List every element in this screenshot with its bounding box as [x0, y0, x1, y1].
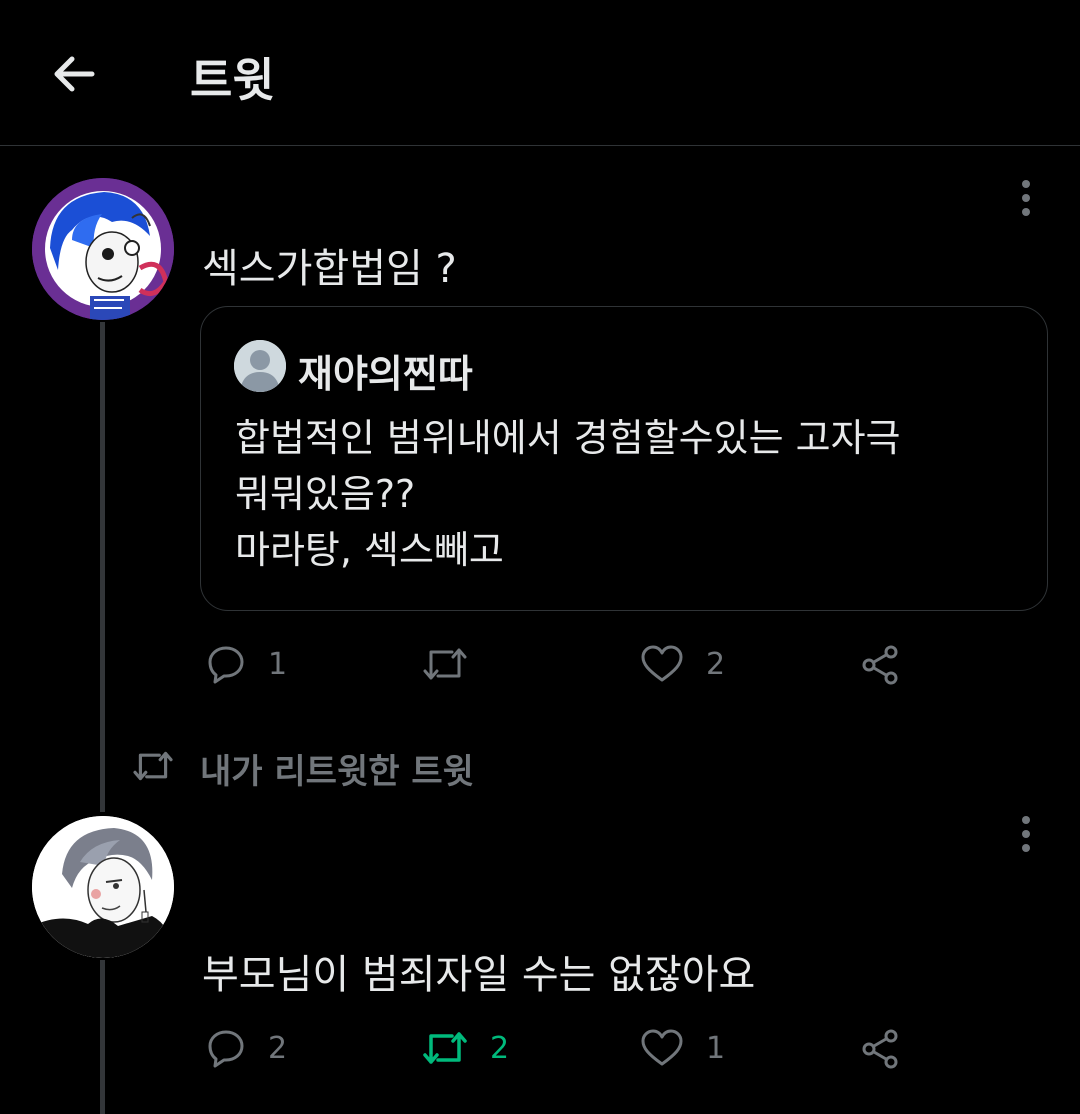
reply-icon	[208, 646, 244, 684]
retweet-button[interactable]: 2	[422, 1028, 509, 1068]
quote-author-name: 재야의찐따	[298, 352, 473, 396]
avatar-illustration	[32, 816, 174, 958]
reply-button[interactable]: 2	[206, 1028, 287, 1068]
like-icon	[641, 645, 683, 682]
retweet-count: 2	[490, 1030, 510, 1066]
avatar[interactable]	[32, 178, 174, 320]
avatar-illustration	[32, 178, 174, 320]
more-options-button[interactable]	[1006, 168, 1046, 228]
default-avatar-icon	[234, 340, 286, 392]
thread-connector-line	[100, 322, 105, 812]
back-button[interactable]	[44, 44, 104, 104]
more-vertical-icon	[1022, 180, 1030, 216]
quote-text-line: 합법적인 범위내에서 경험할수있는 고자극	[235, 416, 901, 460]
share-icon	[862, 1029, 898, 1069]
page-title: 트윗	[190, 53, 275, 107]
like-button[interactable]: 2	[640, 644, 725, 684]
share-icon	[862, 645, 898, 685]
retweet-icon	[423, 1032, 467, 1064]
thread-connector-line	[100, 960, 105, 1114]
quote-text-line: 마라탕, 섹스빼고	[235, 528, 504, 572]
tweet-text: 부모님이 범죄자일 수는 없잖아요	[202, 952, 756, 998]
like-button[interactable]: 1	[640, 1028, 725, 1068]
quote-text-line: 뭐뭐있음??	[235, 472, 416, 516]
quote-avatar	[234, 340, 286, 392]
more-vertical-icon	[1022, 816, 1030, 852]
share-button[interactable]	[860, 644, 902, 686]
retweeted-by-label[interactable]: 내가 리트윗한 트윗	[200, 744, 474, 793]
tweet-detail-page: 트윗 섹스가합법임 ? 재야의찐따 합법적인 범위내에서 경험할수있는 고자극 …	[0, 0, 1080, 1114]
reply-count: 1	[268, 646, 288, 682]
like-icon	[641, 1029, 683, 1066]
tweet-text: 섹스가합법임 ?	[202, 246, 457, 292]
like-count: 2	[706, 646, 726, 682]
more-options-button[interactable]	[1006, 804, 1046, 864]
like-count: 1	[706, 1030, 726, 1066]
retweet-icon	[423, 648, 467, 680]
share-button[interactable]	[860, 1028, 902, 1070]
back-arrow-icon	[54, 56, 95, 92]
top-bar: 트윗	[0, 0, 1080, 146]
reply-icon	[208, 1030, 244, 1068]
retweet-button[interactable]	[422, 644, 468, 684]
reply-button[interactable]: 1	[206, 644, 287, 684]
reply-count: 2	[268, 1030, 288, 1066]
retweet-icon	[133, 751, 173, 781]
avatar[interactable]	[32, 816, 174, 958]
quoted-tweet[interactable]: 재야의찐따 합법적인 범위내에서 경험할수있는 고자극 뭐뭐있음?? 마라탕, …	[200, 306, 1048, 611]
